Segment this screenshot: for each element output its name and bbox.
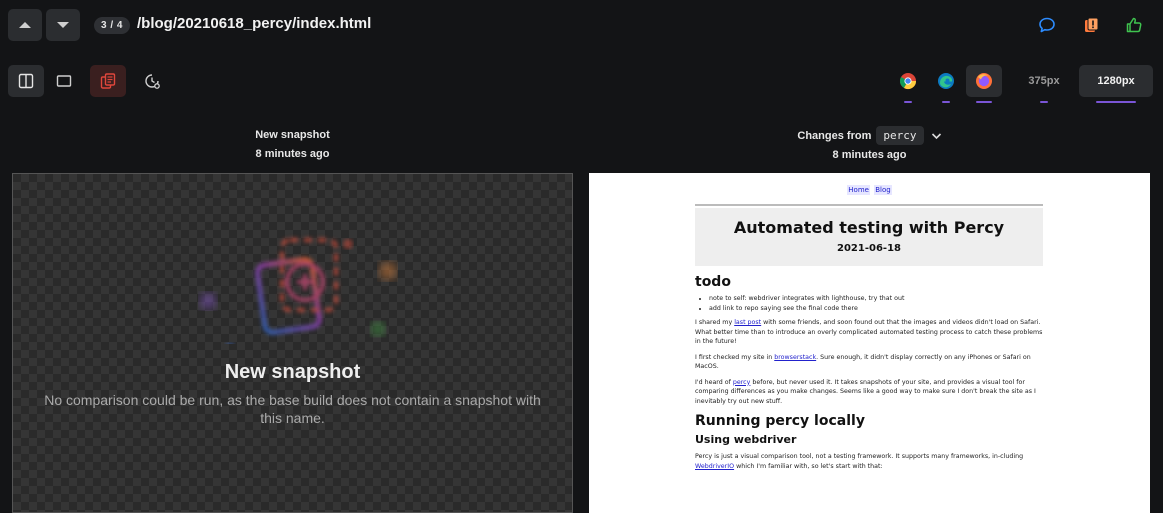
list-item: add link to repo saying see the final co…	[709, 304, 1043, 314]
chrome-browser-button[interactable]	[890, 65, 926, 97]
snapshot-subsection-heading: Using webdriver	[695, 433, 797, 446]
snapshot-path: /blog/20210618_percy/index.html	[137, 15, 372, 32]
snapshot-paragraph-2: I first checked my site in browserstack.…	[695, 353, 1043, 372]
last-post-link[interactable]: last post	[734, 319, 761, 326]
changes-from-label: Changes from	[797, 130, 872, 142]
snapshot-post-title: Automated testing with Percy	[733, 218, 1005, 237]
width-1280-button[interactable]: 1280px	[1079, 65, 1153, 97]
width-1280-status-bar	[1096, 101, 1136, 103]
new-snapshot-panel: New snapshot No comparison could be run,…	[12, 173, 573, 513]
snapshot-site-nav: Home Blog	[589, 185, 1150, 195]
edge-browser-button[interactable]	[928, 65, 964, 97]
percy-link[interactable]: percy	[733, 379, 751, 386]
history-button[interactable]	[134, 65, 170, 97]
webdriverio-link[interactable]: WebdriverIO	[695, 463, 734, 470]
text: I first checked my site in	[695, 353, 775, 361]
snapshot-paragraph-4: Percy is just a visual comparison tool, …	[695, 452, 1043, 471]
left-column-time: 8 minutes ago	[255, 148, 330, 160]
text: which I'm familiar with, so let's start …	[734, 462, 883, 470]
right-column-header: Changes from percy 8 minutes ago	[589, 126, 1150, 165]
split-view-button[interactable]	[8, 65, 44, 97]
base-selector[interactable]: Changes from percy	[589, 126, 1150, 146]
snapshot-counter: 3 / 4	[94, 17, 130, 34]
snapshot-render-panel: Home Blog Automated testing with Percy 2…	[589, 173, 1150, 513]
new-snapshot-heading: New snapshot	[224, 361, 361, 383]
snapshot-divider	[695, 204, 1043, 206]
chrome-status-bar	[904, 101, 912, 103]
single-view-button[interactable]	[46, 65, 82, 97]
chevron-down-icon	[931, 133, 941, 140]
request-changes-button[interactable]	[1078, 12, 1104, 38]
top-bar: 3 / 4 /blog/20210618_percy/index.html	[0, 0, 1163, 50]
text: I'd heard of	[695, 378, 733, 386]
snapshot-todo-list: note to self: webdriver integrates with …	[709, 294, 1043, 313]
comment-icon	[1039, 17, 1055, 33]
edge-icon	[938, 73, 954, 89]
right-column-time: 8 minutes ago	[832, 149, 907, 161]
chevron-up-icon	[19, 22, 31, 28]
width-375-status-bar	[1040, 101, 1048, 103]
text: I shared my	[695, 319, 735, 326]
width-375-button[interactable]: 375px	[1018, 65, 1070, 97]
approve-button[interactable]	[1121, 12, 1147, 38]
snapshot-paragraph-1: I shared my last post with some friends,…	[695, 318, 1043, 347]
firefox-status-bar	[976, 101, 992, 103]
left-column-title: New snapshot	[255, 129, 330, 141]
thumbs-up-icon	[1126, 17, 1142, 33]
snapshot-post-date: 2021-06-18	[837, 243, 901, 254]
firefox-icon	[976, 73, 992, 89]
firefox-browser-button[interactable]	[966, 65, 1002, 97]
new-snapshot-description: No comparison could be run, as the base …	[44, 392, 541, 426]
previous-snapshot-button[interactable]	[8, 9, 42, 41]
chevron-down-icon	[57, 22, 69, 28]
snapshot-todo-heading: todo	[695, 274, 731, 290]
snapshot-hero: Automated testing with Percy 2021-06-18	[695, 208, 1043, 266]
snapshot-nav-blog[interactable]: Blog	[874, 185, 892, 195]
request-changes-icon	[1085, 17, 1099, 32]
snapshot-nav-home[interactable]: Home	[847, 185, 870, 195]
diff-toggle-button[interactable]	[90, 65, 126, 97]
base-branch-chip: percy	[876, 126, 924, 145]
snapshot-post-body: todo note to self: webdriver integrates …	[695, 273, 1043, 477]
list-item: note to self: webdriver integrates with …	[709, 294, 1043, 304]
single-view-icon	[56, 75, 72, 87]
edge-status-bar	[942, 101, 950, 103]
diff-toggle-icon	[100, 73, 116, 89]
text: Percy is just a visual comparison tool, …	[695, 453, 1024, 460]
history-icon	[145, 74, 160, 89]
snapshot-section-heading: Running percy locally	[695, 413, 865, 429]
next-snapshot-button[interactable]	[46, 9, 80, 41]
chrome-icon	[899, 73, 917, 90]
new-snapshot-illustration-icon	[200, 238, 397, 344]
snapshot-paragraph-3: I'd heard of percy before, but never use…	[695, 378, 1043, 407]
browserstack-link[interactable]: browserstack	[774, 354, 816, 361]
left-column-header: New snapshot 8 minutes ago	[12, 126, 573, 164]
comment-button[interactable]	[1034, 12, 1060, 38]
split-view-icon	[18, 73, 34, 89]
